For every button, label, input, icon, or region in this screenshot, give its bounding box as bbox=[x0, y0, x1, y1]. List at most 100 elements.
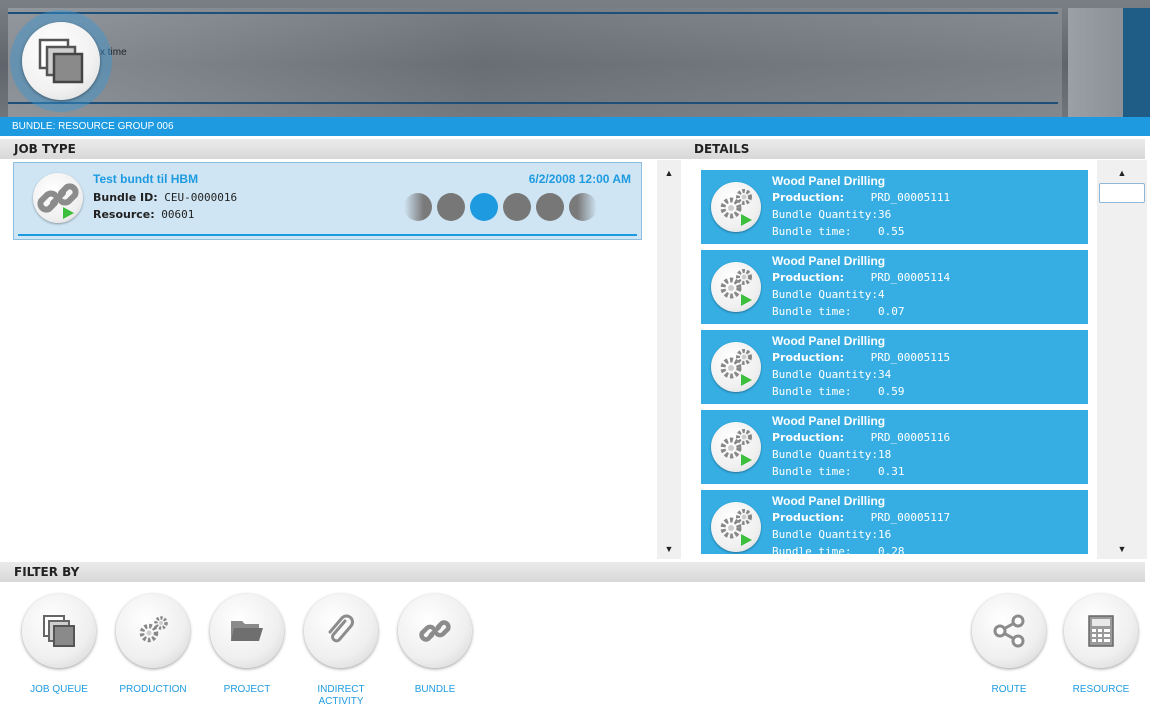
scroll-down-arrow[interactable]: ▼ bbox=[1097, 542, 1147, 556]
detail-title: Wood Panel Drilling bbox=[772, 494, 886, 508]
progress-dot bbox=[569, 193, 597, 221]
scroll-up-arrow[interactable]: ▲ bbox=[1097, 166, 1147, 180]
filter-production-label[interactable]: PRODUCTION bbox=[103, 684, 203, 696]
play-icon bbox=[741, 374, 752, 386]
filter-bundle-button[interactable] bbox=[398, 594, 472, 668]
share-icon bbox=[993, 614, 1025, 648]
detail-title: Wood Panel Drilling bbox=[772, 254, 886, 268]
time-label: Bundle time: bbox=[772, 545, 852, 554]
job-card[interactable]: Test bundt til HBM 6/2/2008 12:00 AM Bun… bbox=[13, 162, 642, 240]
progress-dots bbox=[404, 193, 604, 223]
quantity-value: 4 bbox=[877, 288, 885, 301]
job-date: 6/2/2008 12:00 AM bbox=[528, 172, 631, 186]
detail-card[interactable]: Wood Panel Drilling Production: PRD_0000… bbox=[701, 410, 1088, 484]
resource-label: Resource: bbox=[93, 208, 155, 221]
detail-icon bbox=[711, 262, 761, 312]
filter-project-button[interactable] bbox=[210, 594, 284, 668]
quantity-label: Bundle Quantity: bbox=[772, 368, 878, 381]
detail-quantity-row: Bundle Quantity:16 bbox=[772, 528, 891, 541]
production-value: PRD_00005116 bbox=[870, 431, 951, 444]
progress-dot bbox=[536, 193, 564, 221]
detail-card[interactable]: Wood Panel Drilling Production: PRD_0000… bbox=[701, 330, 1088, 404]
detail-quantity-row: Bundle Quantity:36 bbox=[772, 208, 891, 221]
progress-dot bbox=[503, 193, 531, 221]
gears-icon bbox=[720, 509, 752, 546]
job-resource-row: Resource: 00601 bbox=[93, 208, 194, 221]
job-bundle-id-row: Bundle ID: CEU-0000016 bbox=[93, 191, 237, 204]
detail-time-row: Bundle time: 0.31 bbox=[772, 465, 904, 478]
detail-production-row: Production: PRD_00005111 bbox=[772, 191, 950, 204]
filter-bundle-label[interactable]: BUNDLE bbox=[385, 684, 485, 696]
detail-quantity-row: Bundle Quantity:4 bbox=[772, 288, 885, 301]
time-value: 0.31 bbox=[877, 465, 905, 478]
detail-quantity-row: Bundle Quantity:18 bbox=[772, 448, 891, 461]
filter-job-queue-button[interactable] bbox=[22, 594, 96, 668]
detail-production-row: Production: PRD_00005117 bbox=[772, 511, 950, 524]
filter-resource-button[interactable] bbox=[1064, 594, 1138, 668]
time-value: 0.55 bbox=[877, 225, 905, 238]
calculator-icon bbox=[1088, 615, 1114, 647]
gears-icon bbox=[720, 189, 752, 226]
folder-icon bbox=[231, 621, 263, 641]
production-value: PRD_00005117 bbox=[870, 511, 951, 524]
play-icon bbox=[741, 294, 752, 306]
detail-title: Wood Panel Drilling bbox=[772, 334, 886, 348]
play-icon bbox=[63, 207, 74, 219]
filter-job-queue-label[interactable]: JOB QUEUE bbox=[9, 684, 109, 696]
production-label: Production: bbox=[772, 191, 845, 204]
quantity-label: Bundle Quantity: bbox=[772, 288, 878, 301]
filter-route-label[interactable]: ROUTE bbox=[959, 684, 1059, 696]
progress-dot-active bbox=[470, 193, 498, 221]
time-label: Bundle time: bbox=[772, 385, 852, 398]
time-label: Bundle time: bbox=[772, 465, 852, 478]
play-icon bbox=[741, 214, 752, 226]
scroll-down-arrow[interactable]: ▼ bbox=[657, 542, 681, 556]
banner-rule-top bbox=[8, 12, 1058, 14]
detail-card[interactable]: Wood Panel Drilling Production: PRD_0000… bbox=[701, 250, 1088, 324]
time-value: 0.59 bbox=[877, 385, 905, 398]
scroll-thumb[interactable] bbox=[1099, 183, 1145, 203]
time-value: 0.28 bbox=[877, 545, 905, 554]
detail-card[interactable]: Wood Panel Drilling Production: PRD_0000… bbox=[701, 490, 1088, 554]
production-value: PRD_00005115 bbox=[870, 351, 951, 364]
production-label: Production: bbox=[772, 511, 845, 524]
banner-glass bbox=[8, 8, 1062, 117]
filter-indirect-activity-button[interactable] bbox=[304, 594, 378, 668]
resource-value: 00601 bbox=[161, 208, 195, 221]
detail-production-row: Production: PRD_00005114 bbox=[772, 271, 950, 284]
filter-production-button[interactable] bbox=[116, 594, 190, 668]
quantity-label: Bundle Quantity: bbox=[772, 528, 878, 541]
filter-route-button[interactable] bbox=[972, 594, 1046, 668]
quantity-value: 16 bbox=[877, 528, 892, 541]
job-list-scrollbar[interactable]: ▲ ▼ bbox=[657, 160, 681, 559]
filter-project-label[interactable]: PROJECT bbox=[197, 684, 297, 696]
production-value: PRD_00005114 bbox=[870, 271, 951, 284]
time-value: 0.07 bbox=[877, 305, 905, 318]
production-value: PRD_00005111 bbox=[870, 191, 951, 204]
chain-link-icon bbox=[37, 183, 79, 219]
gears-icon bbox=[720, 429, 752, 466]
detail-icon bbox=[711, 422, 761, 472]
detail-title: Wood Panel Drilling bbox=[772, 414, 886, 428]
banner-right-panel bbox=[1068, 8, 1123, 117]
banner-rule-bottom bbox=[8, 102, 1058, 104]
progress-dot bbox=[437, 193, 465, 221]
filter-indirect-activity-label[interactable]: INDIRECT ACTIVITY bbox=[306, 684, 376, 708]
job-card-underline bbox=[18, 234, 637, 236]
filter-header: FILTER BY bbox=[0, 562, 1145, 582]
detail-time-row: Bundle time: 0.55 bbox=[772, 225, 904, 238]
details-scrollbar[interactable]: ▲ ▼ bbox=[1097, 160, 1147, 559]
detail-title: Wood Panel Drilling bbox=[772, 174, 886, 188]
job-title: Test bundt til HBM bbox=[93, 172, 199, 186]
detail-card[interactable]: Wood Panel Drilling Production: PRD_0000… bbox=[701, 170, 1088, 244]
time-label: Bundle time: bbox=[772, 305, 852, 318]
quantity-value: 18 bbox=[877, 448, 892, 461]
home-logo-button[interactable] bbox=[22, 22, 100, 100]
scroll-up-arrow[interactable]: ▲ bbox=[657, 166, 681, 180]
filter-resource-label[interactable]: RESOURCE bbox=[1051, 684, 1150, 696]
quantity-value: 36 bbox=[877, 208, 892, 221]
details-header: DETAILS bbox=[680, 139, 1145, 159]
time-label: Bundle time: bbox=[772, 225, 852, 238]
detail-production-row: Production: PRD_00005115 bbox=[772, 351, 950, 364]
detail-card-clip: Wood Panel Drilling Production: PRD_0000… bbox=[701, 490, 1088, 554]
